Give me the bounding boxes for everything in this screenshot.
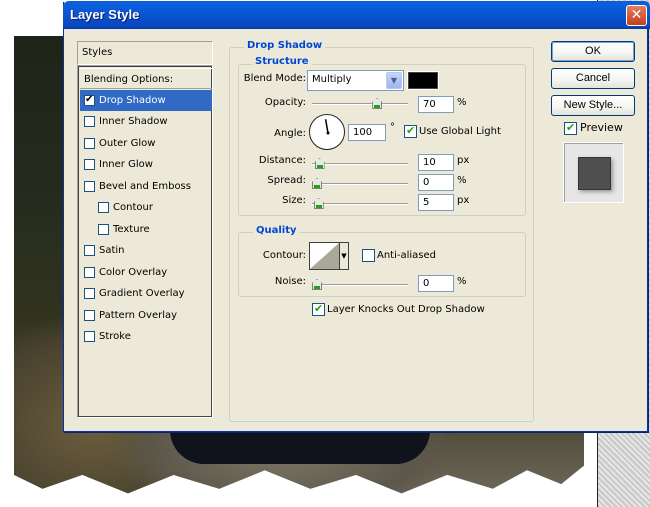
structure-title: Structure — [252, 56, 312, 67]
distance-input[interactable]: 10 — [418, 154, 454, 171]
style-item[interactable]: Satin — [80, 240, 212, 261]
contour-dropdown-button[interactable]: ▼ — [339, 242, 349, 270]
spread-slider-track[interactable] — [312, 183, 408, 185]
dialog-title: Layer Style — [70, 7, 140, 22]
drop-shadow-title: Drop Shadow — [244, 40, 326, 51]
distance-label: Distance: — [258, 155, 306, 166]
chevron-down-icon: ▼ — [386, 72, 402, 89]
style-item[interactable]: Inner Shadow — [80, 111, 212, 132]
style-item-label: Inner Shadow — [99, 116, 168, 127]
spread-unit: % — [457, 175, 467, 186]
style-item-label: Contour — [113, 202, 153, 213]
style-item[interactable]: Color Overlay — [80, 262, 212, 283]
style-item-checkbox[interactable] — [84, 159, 95, 170]
distance-unit: px — [457, 155, 470, 166]
style-item[interactable]: Blending Options: Default — [80, 68, 212, 106]
angle-needle-icon — [324, 119, 330, 135]
opacity-label: Opacity: — [264, 97, 306, 108]
angle-input[interactable]: 100 — [348, 124, 386, 141]
anti-aliased-label[interactable]: Anti-aliased — [377, 250, 436, 261]
style-item[interactable]: Pattern Overlay — [80, 305, 212, 326]
preview-swatch — [578, 157, 611, 190]
size-label: Size: — [282, 195, 306, 206]
preview-label[interactable]: Preview — [580, 121, 623, 134]
blend-mode-label: Blend Mode: — [243, 73, 306, 84]
style-item-label: Drop Shadow — [99, 94, 166, 106]
style-item[interactable]: Gradient Overlay — [80, 283, 212, 304]
close-icon[interactable]: ✕ — [626, 5, 647, 26]
contour-label: Contour: — [262, 250, 306, 261]
style-item-label: Bevel and Emboss — [99, 180, 191, 192]
angle-unit: ° — [390, 122, 395, 133]
noise-slider-track[interactable] — [312, 284, 408, 286]
shadow-color-swatch[interactable] — [407, 71, 439, 90]
layer-knocks-out-label[interactable]: Layer Knocks Out Drop Shadow — [327, 304, 485, 315]
style-item-label: Satin — [99, 245, 125, 256]
style-item-checkbox[interactable] — [84, 266, 95, 278]
style-item-label: Stroke — [99, 331, 131, 342]
size-slider-track[interactable] — [312, 203, 408, 205]
style-item-label: Pattern Overlay — [99, 309, 178, 321]
style-item-label: Texture — [113, 223, 150, 235]
ok-button[interactable]: OK — [551, 41, 635, 62]
contour-curve-icon — [310, 243, 339, 269]
contour-preview[interactable] — [309, 242, 340, 270]
distance-slider-track[interactable] — [312, 163, 408, 165]
style-item[interactable]: Stroke — [80, 326, 212, 347]
use-global-light-checkbox[interactable] — [404, 122, 417, 140]
spread-label: Spread: — [267, 175, 306, 186]
style-item-checkbox[interactable] — [84, 91, 95, 109]
blend-mode-value: Multiply — [312, 74, 352, 85]
use-global-light-label[interactable]: Use Global Light — [419, 126, 501, 137]
opacity-slider-track[interactable] — [312, 103, 408, 105]
anti-aliased-checkbox[interactable] — [362, 249, 375, 262]
style-item-label: Inner Glow — [99, 159, 153, 170]
style-item-checkbox[interactable] — [84, 245, 95, 256]
style-item[interactable]: Texture — [80, 219, 212, 240]
style-item-label: Outer Glow — [99, 137, 156, 149]
quality-group — [238, 232, 526, 297]
style-preview — [563, 142, 624, 203]
size-unit: px — [457, 195, 470, 206]
angle-label: Angle: — [274, 128, 306, 139]
layer-style-dialog: Layer Style ✕ Styles Blending Options: D… — [63, 1, 650, 432]
angle-dial[interactable] — [309, 114, 345, 150]
style-item-label: Gradient Overlay — [99, 288, 185, 299]
noise-label: Noise: — [274, 276, 306, 287]
layer-knocks-out-checkbox[interactable] — [312, 300, 325, 318]
title-bar[interactable]: Layer Style ✕ — [63, 1, 650, 29]
styles-header[interactable]: Styles — [77, 41, 213, 65]
blend-mode-select[interactable]: Multiply ▼ — [307, 70, 404, 91]
style-item-checkbox[interactable] — [84, 331, 95, 342]
new-style-button[interactable]: New Style... — [551, 95, 635, 116]
style-item[interactable]: Bevel and Emboss — [80, 176, 212, 197]
style-item[interactable]: Contour — [80, 197, 212, 218]
spread-input[interactable]: 0 — [418, 174, 454, 191]
quality-title: Quality — [253, 225, 300, 236]
style-item-checkbox[interactable] — [84, 309, 95, 321]
style-item-checkbox[interactable] — [84, 137, 95, 149]
style-item[interactable]: Outer Glow — [80, 133, 212, 154]
preview-checkbox[interactable] — [564, 119, 577, 137]
style-item-checkbox[interactable] — [98, 223, 109, 235]
style-item-checkbox[interactable] — [98, 202, 109, 213]
styles-list: Blending Options: DefaultDrop Shadow Inne… — [77, 65, 213, 418]
opacity-unit: % — [457, 97, 467, 108]
style-item-label: Color Overlay — [99, 266, 168, 278]
noise-unit: % — [457, 276, 467, 287]
style-item[interactable]: Drop Shadow — [80, 89, 212, 111]
style-item-checkbox[interactable] — [84, 180, 95, 192]
photo-dark-shape — [170, 430, 430, 464]
style-item-checkbox[interactable] — [84, 116, 95, 127]
style-item[interactable]: Inner Glow — [80, 154, 212, 175]
cancel-button[interactable]: Cancel — [551, 68, 635, 89]
noise-input[interactable]: 0 — [418, 275, 454, 292]
opacity-input[interactable]: 70 — [418, 96, 454, 113]
style-item-checkbox[interactable] — [84, 288, 95, 299]
size-input[interactable]: 5 — [418, 194, 454, 211]
